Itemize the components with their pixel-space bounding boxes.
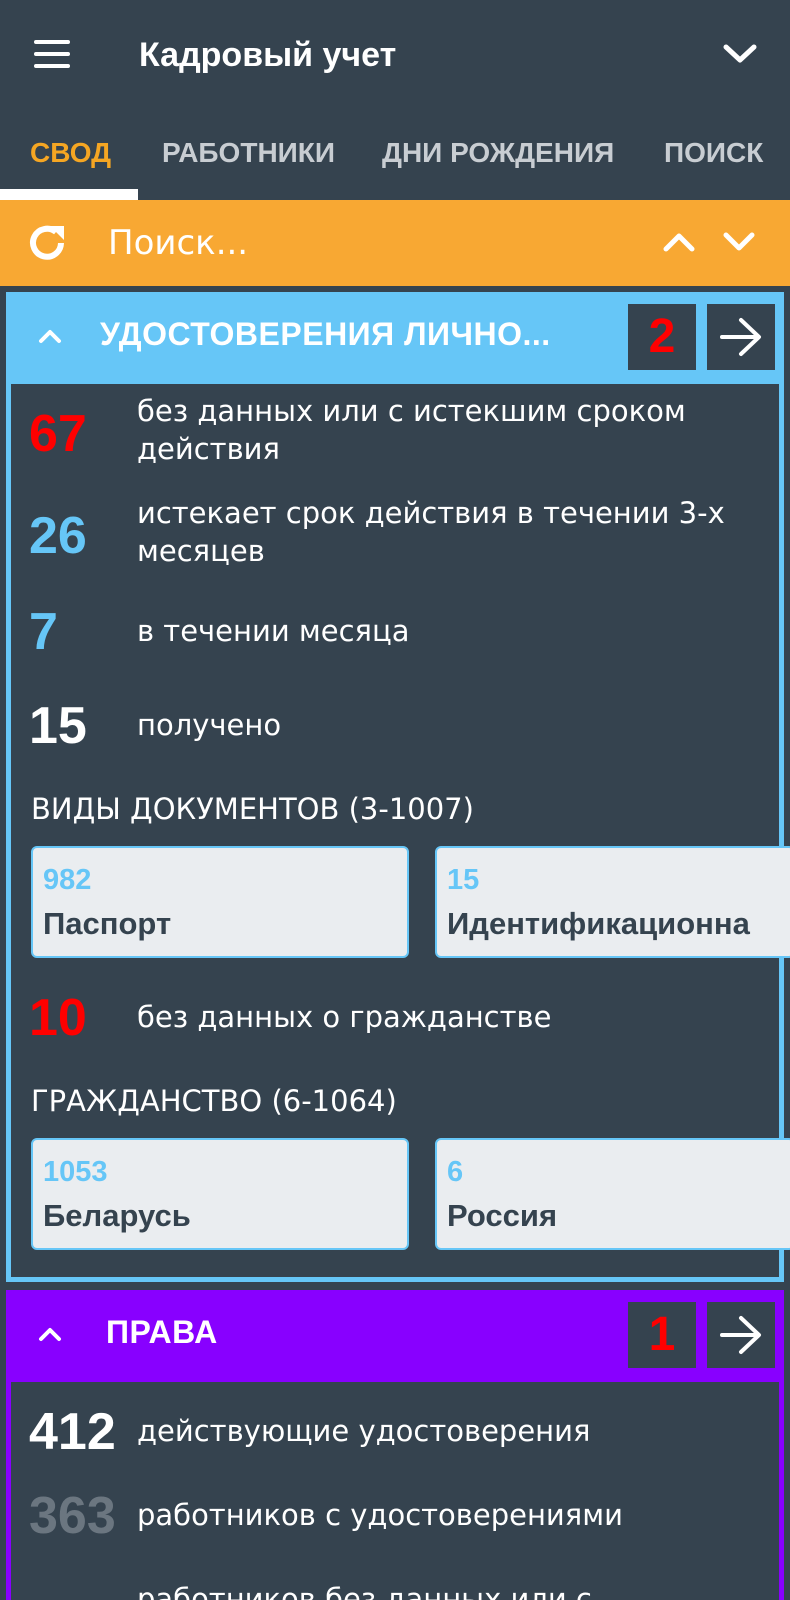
stat-number[interactable]: 15 bbox=[29, 696, 87, 756]
tab-search[interactable]: ПОИСК bbox=[664, 137, 763, 169]
stat-text[interactable]: работников с удостоверениями bbox=[137, 1496, 777, 1534]
doc-type-tile[interactable]: 982 Паспорт bbox=[31, 846, 409, 958]
count-badge[interactable]: 1 bbox=[628, 1302, 696, 1368]
citizenship-tile[interactable]: 6 Россия bbox=[435, 1138, 790, 1250]
card-title: УДОСТОВЕРЕНИЯ ЛИЧНО... bbox=[100, 316, 551, 352]
section-title-doc-types: ВИДЫ ДОКУМЕНТОВ (3-1007) bbox=[31, 792, 474, 826]
stat-number[interactable]: 67 bbox=[29, 404, 87, 464]
tab-bar: СВОД РАБОТНИКИ ДНИ РОЖДЕНИЯ ПОИСК bbox=[0, 115, 790, 200]
stat-number[interactable]: 26 bbox=[29, 506, 87, 566]
app-bar: Кадровый учет bbox=[0, 0, 790, 115]
tile-label: Паспорт bbox=[43, 906, 172, 941]
refresh-icon[interactable] bbox=[26, 222, 68, 264]
tab-birthdays[interactable]: ДНИ РОЖДЕНИЯ bbox=[382, 137, 614, 169]
search-input[interactable] bbox=[92, 206, 652, 280]
collapse-icon[interactable] bbox=[36, 326, 64, 346]
tile-label: Россия bbox=[447, 1198, 558, 1233]
citizenship-tile[interactable]: 1053 Беларусь bbox=[31, 1138, 409, 1250]
tile-count: 6 bbox=[447, 1156, 464, 1188]
count-badge[interactable]: 2 bbox=[628, 304, 696, 370]
stat-number[interactable]: 363 bbox=[29, 1486, 116, 1546]
tile-label: Идентификационна bbox=[447, 906, 750, 941]
stat-text[interactable]: истекает срок действия в течении 3-х мес… bbox=[137, 494, 777, 570]
menu-icon[interactable] bbox=[34, 40, 72, 70]
card-header[interactable]: УДОСТОВЕРЕНИЯ ЛИЧНО... 2 bbox=[6, 292, 784, 384]
tile-count: 1053 bbox=[43, 1156, 108, 1188]
driving-licenses-card: ПРАВА 1 412 действующие удостоверения 36… bbox=[6, 1290, 784, 1600]
stat-number[interactable]: 10 bbox=[29, 988, 87, 1048]
app-title: Кадровый учет bbox=[139, 36, 397, 74]
tile-label: Беларусь bbox=[43, 1198, 191, 1233]
chevron-down-icon[interactable] bbox=[722, 42, 758, 66]
stat-text[interactable]: без данных или с истекшим сроком действи… bbox=[137, 392, 777, 468]
collapse-icon[interactable] bbox=[36, 1324, 64, 1344]
stat-text[interactable]: получено bbox=[137, 706, 777, 744]
card-title: ПРАВА bbox=[106, 1314, 218, 1350]
doc-type-tile[interactable]: 15 Идентификационна bbox=[435, 846, 790, 958]
id-documents-card: УДОСТОВЕРЕНИЯ ЛИЧНО... 2 67 без данных и… bbox=[6, 292, 790, 1282]
arrow-right-icon bbox=[720, 1316, 761, 1354]
stat-number[interactable]: 7 bbox=[29, 602, 58, 662]
stat-text[interactable]: в течении месяца bbox=[137, 612, 777, 650]
tab-rabotniki[interactable]: РАБОТНИКИ bbox=[162, 137, 335, 169]
search-bar bbox=[0, 200, 790, 286]
tile-count: 15 bbox=[447, 864, 480, 896]
stat-text[interactable]: действующие удостоверения bbox=[137, 1412, 777, 1450]
stat-text[interactable]: без данных о гражданстве bbox=[137, 998, 777, 1036]
arrow-right-icon bbox=[720, 318, 761, 356]
chevron-down-icon[interactable] bbox=[722, 230, 756, 254]
card-header[interactable]: ПРАВА 1 bbox=[6, 1290, 784, 1382]
section-title-citizenship: ГРАЖДАНСТВО (6-1064) bbox=[31, 1084, 397, 1118]
tile-count: 982 bbox=[43, 864, 92, 896]
open-button[interactable] bbox=[707, 1302, 775, 1368]
tab-svod[interactable]: СВОД bbox=[30, 137, 111, 169]
tab-indicator bbox=[0, 189, 138, 200]
stat-text[interactable]: работников без данных или с bbox=[137, 1580, 777, 1600]
chevron-up-icon[interactable] bbox=[662, 230, 696, 254]
open-button[interactable] bbox=[707, 304, 775, 370]
stat-number[interactable]: 412 bbox=[29, 1402, 116, 1462]
